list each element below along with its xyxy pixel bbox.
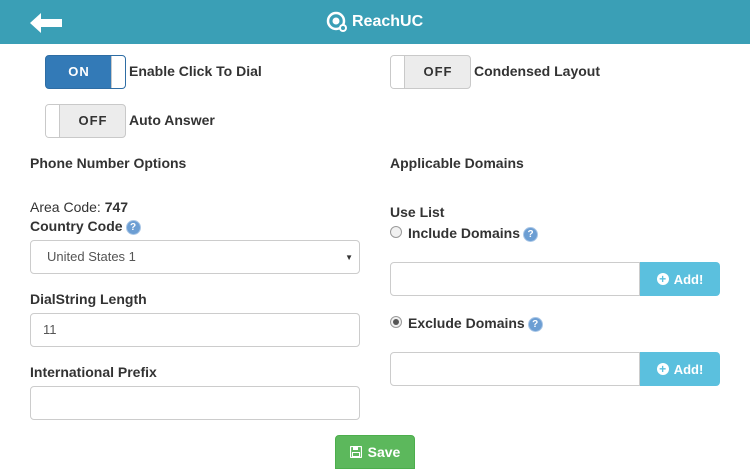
brand: ReachUC <box>326 9 423 35</box>
phone-options-heading: Phone Number Options <box>30 155 187 171</box>
exclude-domains-radio[interactable] <box>390 316 402 328</box>
toggle-knob <box>391 56 405 88</box>
save-button[interactable]: Save <box>335 435 415 469</box>
click-to-dial-toggle[interactable]: ON <box>45 55 126 89</box>
include-domains-radio[interactable] <box>390 226 402 238</box>
click-to-dial-label: Enable Click To Dial <box>129 63 262 79</box>
include-add-button[interactable]: + Add! <box>640 262 720 296</box>
auto-answer-label: Auto Answer <box>129 112 215 128</box>
country-code-label-row: Country Code? <box>30 218 140 234</box>
country-code-selected: United States 1 <box>47 249 136 264</box>
toggle-state-label: ON <box>68 64 90 79</box>
toggle-state-label: OFF <box>78 113 108 128</box>
include-domains-input[interactable] <box>390 262 640 296</box>
use-list-label: Use List <box>390 204 445 220</box>
add-button-label: Add! <box>673 361 704 377</box>
exclude-domains-input[interactable] <box>390 352 640 386</box>
reachuc-logo-icon <box>326 11 347 32</box>
area-code-label: Area Code: <box>30 199 101 215</box>
brand-name: ReachUC <box>352 13 424 30</box>
add-button-label: Add! <box>673 271 704 287</box>
toggle-state-label: OFF <box>423 64 453 79</box>
include-domains-label: Include Domains <box>408 225 521 241</box>
intl-prefix-input[interactable] <box>30 386 360 420</box>
country-code-label: Country Code <box>30 218 123 234</box>
dialstring-input[interactable]: 11 <box>30 313 360 347</box>
plus-circle-icon: + <box>656 273 669 285</box>
domains-heading: Applicable Domains <box>390 155 524 171</box>
plus-circle-icon: + <box>656 363 669 375</box>
include-domains-row: Include Domains? <box>408 225 538 241</box>
dialstring-label: DialString Length <box>30 291 147 307</box>
exclude-add-button[interactable]: + Add! <box>640 352 720 386</box>
area-code: Area Code: 747 <box>30 199 128 215</box>
floppy-disk-icon <box>349 446 362 458</box>
toggle-knob <box>111 56 125 88</box>
exclude-domains-label: Exclude Domains <box>408 315 525 331</box>
condensed-layout-toggle[interactable]: OFF <box>390 55 471 89</box>
toggle-knob <box>46 105 60 137</box>
auto-answer-toggle[interactable]: OFF <box>45 104 126 138</box>
help-icon[interactable]: ? <box>524 227 538 241</box>
area-code-value: 747 <box>104 199 129 215</box>
condensed-layout-label: Condensed Layout <box>474 63 601 79</box>
back-arrow-icon[interactable] <box>30 12 64 34</box>
help-icon[interactable]: ? <box>528 317 542 331</box>
help-icon[interactable]: ? <box>126 220 140 234</box>
country-code-select[interactable]: United States 1 ▼ <box>30 240 360 274</box>
save-label: Save <box>367 444 401 460</box>
app-header: ReachUC <box>0 0 750 44</box>
exclude-domains-row: Exclude Domains? <box>408 315 542 331</box>
intl-prefix-label: International Prefix <box>30 364 157 380</box>
chevron-down-icon: ▼ <box>345 253 353 262</box>
